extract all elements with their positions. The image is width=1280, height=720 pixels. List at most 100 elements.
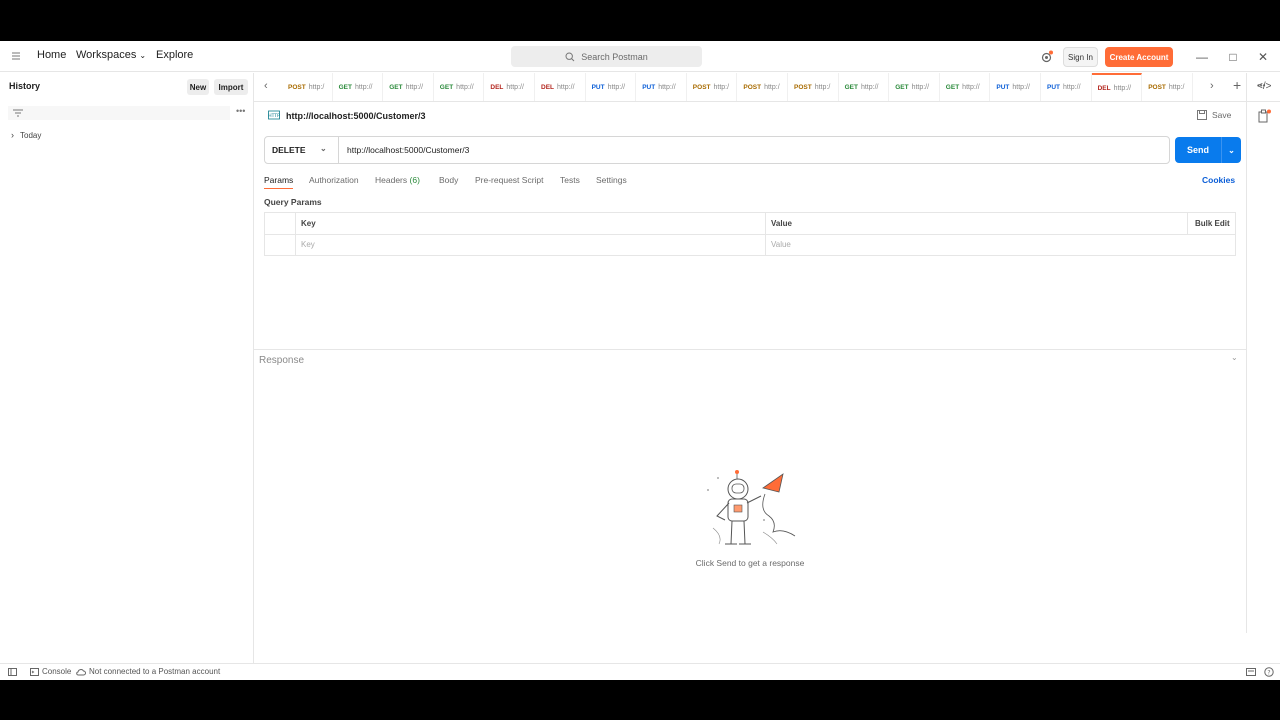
maximize-icon[interactable]: □ xyxy=(1226,50,1240,64)
save-button[interactable]: Save xyxy=(1197,110,1231,120)
tab-params[interactable]: Params xyxy=(264,175,294,189)
request-tab[interactable]: GET http:// xyxy=(333,73,384,101)
hamburger-menu-icon[interactable] xyxy=(10,50,22,62)
tab-method: GET xyxy=(945,83,960,91)
bulk-edit-button[interactable]: Bulk Edit xyxy=(1195,219,1230,228)
minimize-icon[interactable]: — xyxy=(1195,50,1209,64)
help-icon[interactable]: ? xyxy=(1264,667,1274,677)
settings-gear-icon[interactable] xyxy=(1040,50,1054,64)
chevron-right-icon: › xyxy=(11,130,14,140)
tab-settings[interactable]: Settings xyxy=(596,175,627,185)
tab-url: http:// xyxy=(1113,84,1132,92)
tab-pre-request-script[interactable]: Pre-request Script xyxy=(475,175,544,185)
request-tab[interactable]: PUT http:// xyxy=(636,73,687,101)
tab-method: POST xyxy=(1148,83,1166,91)
more-options-icon[interactable]: ••• xyxy=(236,106,245,116)
search-bar[interactable]: Search Postman xyxy=(511,46,702,67)
request-tab[interactable]: POST http:/ xyxy=(282,73,333,101)
tab-url: http:// xyxy=(860,83,879,91)
new-tab-icon[interactable]: + xyxy=(1233,77,1241,93)
response-divider[interactable] xyxy=(254,349,1246,350)
tab-url: http:// xyxy=(506,83,524,91)
http-request-icon: HTTP xyxy=(268,110,280,120)
svg-text:?: ? xyxy=(1267,670,1270,677)
request-tab[interactable]: GET http:// xyxy=(434,73,485,101)
nav-workspaces[interactable]: Workspaces ⌄ xyxy=(76,49,146,61)
create-account-button[interactable]: Create Account xyxy=(1105,47,1173,67)
request-tab[interactable]: GET http:// xyxy=(383,73,434,101)
tab-method: PUT xyxy=(996,83,1010,91)
method-select[interactable]: DELETE ⌄ xyxy=(265,137,339,163)
request-tab[interactable]: POST http:/ xyxy=(737,73,788,101)
toggle-sidebar-icon[interactable] xyxy=(8,668,17,676)
tab-method: DEL xyxy=(1097,84,1111,92)
tab-url: http:/ xyxy=(1168,83,1185,91)
tabs-scroll-left-icon[interactable]: ‹ xyxy=(264,80,268,92)
send-label: Send xyxy=(1186,145,1209,155)
astronaut-illustration-icon xyxy=(707,470,796,545)
send-button[interactable]: Send ⌄ xyxy=(1175,137,1241,163)
tab-method: GET xyxy=(895,83,909,91)
import-button[interactable]: Import xyxy=(214,79,248,95)
tab-url: http:// xyxy=(607,83,626,91)
console-button[interactable]: Console xyxy=(30,667,71,676)
tab-headers-label: Headers xyxy=(375,175,408,185)
tab-headers[interactable]: Headers (6) xyxy=(375,175,420,185)
request-tab[interactable]: PUT http:// xyxy=(1041,73,1092,101)
query-params-table: Key Value Bulk Edit Key Value xyxy=(264,212,1236,256)
request-tab[interactable]: DEL http:// xyxy=(1091,73,1143,101)
cloud-offline-icon xyxy=(76,668,86,675)
request-tab[interactable]: GET http:// xyxy=(889,73,940,101)
status-bar: Console Not connected to a Postman accou… xyxy=(0,663,1280,680)
tab-body[interactable]: Body xyxy=(439,175,458,185)
search-icon xyxy=(565,51,575,61)
history-filter-input[interactable] xyxy=(8,106,230,120)
tab-url: http:// xyxy=(405,83,424,91)
nav-home[interactable]: Home xyxy=(37,49,66,61)
top-header: Home Workspaces ⌄ Explore Search Postman… xyxy=(0,41,1280,72)
search-placeholder: Search Postman xyxy=(581,51,648,62)
filter-icon xyxy=(13,109,23,117)
request-tab[interactable]: POST http:/ xyxy=(687,73,738,101)
documentation-icon[interactable] xyxy=(1258,109,1272,123)
request-tab[interactable]: DEL http:// xyxy=(535,73,586,101)
history-group-today[interactable]: › Today xyxy=(11,130,41,140)
nav-workspaces-label: Workspaces xyxy=(76,49,137,61)
tab-method: PUT xyxy=(642,83,656,91)
tab-method: POST xyxy=(743,83,762,91)
right-rail: </> xyxy=(1246,73,1280,633)
request-title[interactable]: http://localhost:5000/Customer/3 xyxy=(286,111,426,121)
sign-in-button[interactable]: Sign In xyxy=(1063,47,1098,67)
request-tab[interactable]: PUT http:// xyxy=(586,73,637,101)
tab-authorization[interactable]: Authorization xyxy=(309,175,359,185)
request-tab[interactable]: GET http:// xyxy=(839,73,890,101)
request-tab[interactable]: POST http:/ xyxy=(788,73,839,101)
code-snippet-icon[interactable]: </> xyxy=(1257,81,1271,92)
key-input[interactable]: Key xyxy=(301,240,315,249)
key-column-header: Key xyxy=(301,219,316,228)
tab-tests[interactable]: Tests xyxy=(560,175,580,185)
sidebar: History New Import ••• › Today xyxy=(0,73,254,663)
tab-method: POST xyxy=(692,83,711,91)
request-tabs-bar: ‹ POST http:/GET http://GET http://GET http:… xyxy=(254,73,1280,102)
close-icon[interactable]: ✕ xyxy=(1256,50,1270,64)
send-options-chevron-icon[interactable]: ⌄ xyxy=(1222,146,1241,155)
nav-explore[interactable]: Explore xyxy=(156,49,193,61)
tab-method: GET xyxy=(338,83,352,91)
sidebar-title: History xyxy=(9,81,41,91)
request-tab[interactable]: GET http:// xyxy=(940,73,991,101)
tab-url: http:// xyxy=(354,83,373,91)
request-tab[interactable]: PUT http:// xyxy=(990,73,1041,101)
request-tab[interactable]: DEL http:// xyxy=(484,73,535,101)
value-input[interactable]: Value xyxy=(771,240,791,249)
layout-icon[interactable] xyxy=(1246,668,1256,676)
query-params-label: Query Params xyxy=(264,197,322,207)
tab-url: http:/ xyxy=(764,83,780,91)
cookies-link[interactable]: Cookies xyxy=(1202,175,1235,185)
url-input[interactable]: http://localhost:5000/Customer/3 xyxy=(347,145,469,155)
connection-status: Not connected to a Postman account xyxy=(76,667,220,676)
new-button[interactable]: New xyxy=(187,79,209,95)
response-collapse-chevron-icon[interactable]: ⌄ xyxy=(1231,353,1238,362)
request-tab[interactable]: POST http:/ xyxy=(1142,73,1193,101)
tabs-scroll-right-icon[interactable]: › xyxy=(1210,80,1214,92)
